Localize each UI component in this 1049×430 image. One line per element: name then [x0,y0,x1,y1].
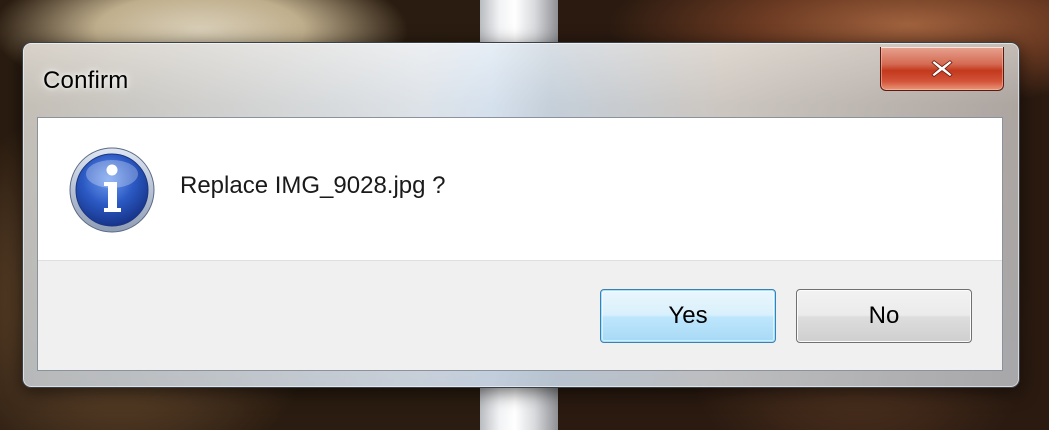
dialog-message: Replace IMG_9028.jpg ? [180,172,446,199]
close-icon [931,59,953,77]
dialog-client-area: Replace IMG_9028.jpg ? Yes No [37,117,1003,371]
button-panel: Yes No [38,260,1002,370]
message-panel: Replace IMG_9028.jpg ? [38,118,1002,260]
confirm-dialog: Confirm Replace IMG_9028.jpg ? Yes No [22,42,1020,388]
close-button[interactable] [880,47,1004,91]
info-icon [69,147,155,233]
no-button[interactable]: No [796,289,972,343]
yes-button[interactable]: Yes [600,289,776,343]
dialog-title: Confirm [43,67,129,94]
